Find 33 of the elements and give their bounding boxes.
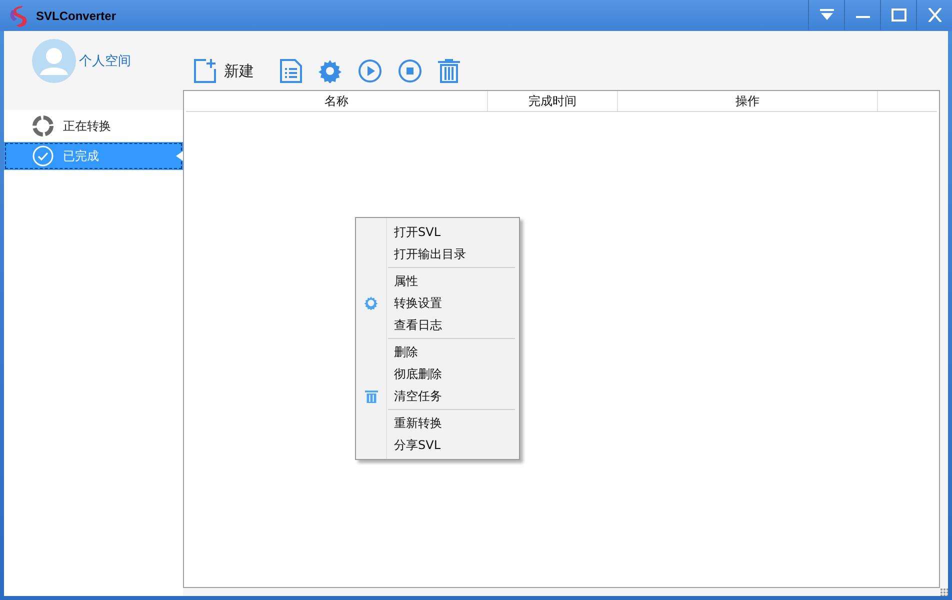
menu-item[interactable]: 彻底删除: [356, 363, 519, 385]
settings-icon[interactable]: [318, 58, 342, 84]
new-file-icon: [194, 59, 216, 83]
sidebar-item[interactable]: 正在转换: [4, 112, 183, 140]
menu-item[interactable]: 清空任务: [356, 385, 519, 407]
menu-item[interactable]: 删除: [356, 341, 519, 363]
list-document-icon[interactable]: [280, 58, 302, 84]
menu-item[interactable]: 查看日志: [356, 314, 519, 336]
trash-icon[interactable]: [438, 58, 460, 84]
trash-icon: [364, 388, 378, 404]
user-name[interactable]: 个人空间: [79, 52, 131, 70]
column-header[interactable]: 完成时间: [488, 91, 618, 111]
dropdown-icon: [818, 8, 834, 22]
menu-item[interactable]: 属性: [356, 270, 519, 292]
menu-item[interactable]: 重新转换: [356, 412, 519, 434]
avatar-icon: [32, 38, 76, 82]
gear-icon: [364, 296, 378, 310]
stop-icon[interactable]: [398, 58, 422, 84]
maximize-icon: [890, 8, 906, 22]
resize-grip[interactable]: [940, 588, 948, 596]
menu-item[interactable]: 打开SVL: [356, 221, 519, 243]
menu-item[interactable]: 分享SVL: [356, 434, 519, 456]
close-icon: [926, 8, 942, 22]
spinner-icon: [32, 115, 54, 137]
new-button[interactable]: 新建: [194, 58, 264, 84]
menu-item[interactable]: 转换设置: [356, 292, 519, 314]
play-icon[interactable]: [358, 58, 382, 84]
column-header[interactable]: 操作: [618, 91, 878, 111]
check-circle-icon: [32, 145, 54, 167]
minimize-icon: [856, 16, 870, 18]
column-header[interactable]: 名称: [186, 91, 488, 111]
menu-item[interactable]: 打开输出目录: [356, 243, 519, 265]
window-title: SVLConverter: [36, 8, 116, 22]
